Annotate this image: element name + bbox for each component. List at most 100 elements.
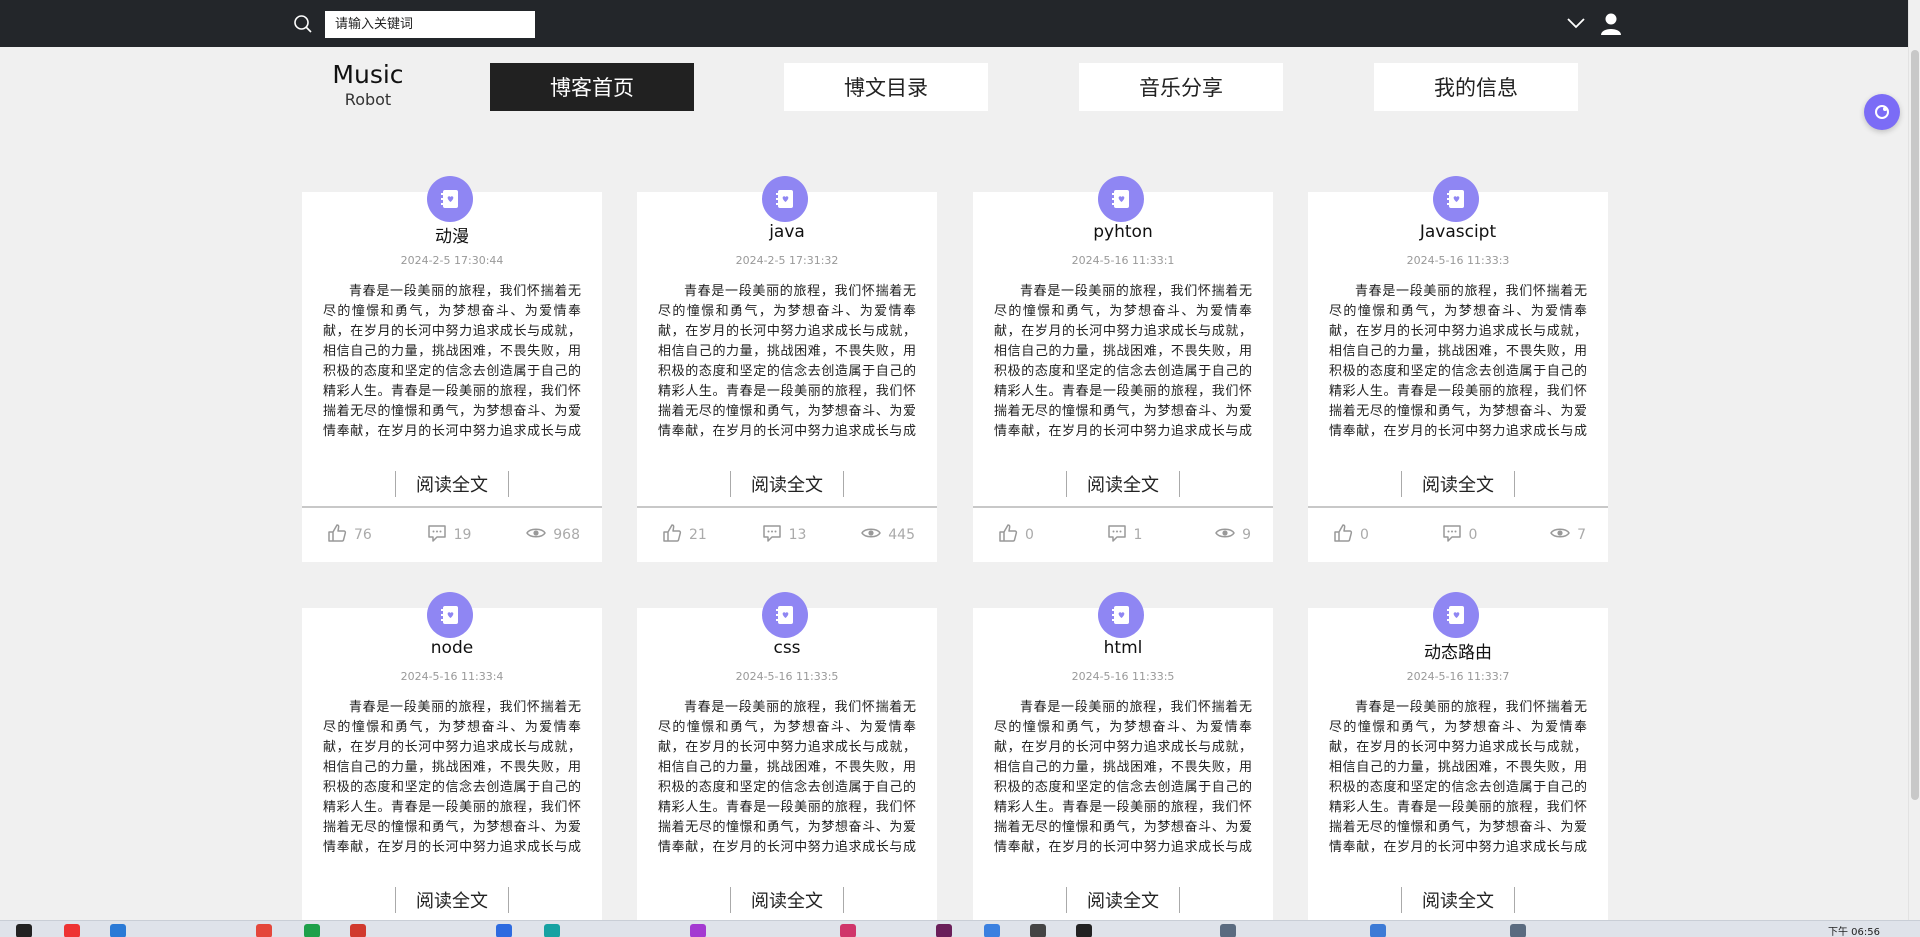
post-title[interactable]: Javascipt <box>1308 222 1608 242</box>
comment-stat[interactable]: 19 <box>426 522 472 548</box>
vscode-icon[interactable] <box>110 924 126 937</box>
app-icon[interactable] <box>496 924 512 937</box>
post-excerpt: 青春是一段美丽的旅程，我们怀揣着无尽的憧憬和勇气，为梦想奋斗、为爱情奉献，在岁月… <box>658 284 916 439</box>
eye-icon <box>860 522 882 548</box>
post-card[interactable]: node 2024-5-16 11:33:4 青春是一段美丽的旅程，我们怀揣着无… <box>302 592 602 937</box>
app-icon[interactable] <box>690 924 706 937</box>
floating-action-button[interactable] <box>1864 94 1900 130</box>
post-date: 2024-5-16 11:33:3 <box>1406 254 1510 267</box>
post-card[interactable]: html 2024-5-16 11:33:5 青春是一段美丽的旅程，我们怀揣着无… <box>973 592 1273 937</box>
page-scrollbar[interactable] <box>1908 0 1920 920</box>
like-icon <box>997 522 1019 548</box>
post-excerpt: 青春是一段美丽的旅程，我们怀揣着无尽的憧憬和勇气，为梦想奋斗、为爱情奉献，在岁月… <box>994 284 1252 439</box>
read-more-wrapper: 阅读全文 <box>395 887 509 913</box>
post-excerpt: 青春是一段美丽的旅程，我们怀揣着无尽的憧憬和勇气，为梦想奋斗、为爱情奉献，在岁月… <box>1329 284 1587 439</box>
post-excerpt: 青春是一段美丽的旅程，我们怀揣着无尽的憧憬和勇气，为梦想奋斗、为爱情奉献，在岁月… <box>658 700 916 855</box>
read-more-button[interactable]: 阅读全文 <box>751 471 823 497</box>
app-icon[interactable] <box>1030 924 1046 937</box>
read-more-wrapper: 阅读全文 <box>1066 887 1180 913</box>
post-excerpt: 青春是一段美丽的旅程，我们怀揣着无尽的憧憬和勇气，为梦想奋斗、为爱情奉献，在岁月… <box>994 700 1252 855</box>
book-heart-icon <box>762 592 808 638</box>
eye-icon <box>1214 522 1236 548</box>
app-icon[interactable] <box>840 924 856 937</box>
like-icon <box>661 522 683 548</box>
read-more-wrapper: 阅读全文 <box>730 887 844 913</box>
app-icon[interactable] <box>936 924 952 937</box>
search-input[interactable] <box>325 11 535 38</box>
read-more-button[interactable]: 阅读全文 <box>1087 887 1159 913</box>
app-icon[interactable] <box>1076 924 1092 937</box>
post-excerpt: 青春是一段美丽的旅程，我们怀揣着无尽的憧憬和勇气，为梦想奋斗、为爱情奉献，在岁月… <box>1329 700 1587 855</box>
like-icon <box>326 522 348 548</box>
post-date: 2024-5-16 11:33:5 <box>735 670 839 683</box>
chevron-down-icon[interactable] <box>1566 14 1586 32</box>
post-title[interactable]: pyhton <box>973 222 1273 242</box>
like-stat[interactable]: 21 <box>661 522 707 548</box>
read-more-button[interactable]: 阅读全文 <box>416 471 488 497</box>
comment-stat[interactable]: 1 <box>1106 522 1142 548</box>
nav-music[interactable]: 音乐分享 <box>1079 63 1283 111</box>
user-icon[interactable] <box>1600 12 1622 36</box>
comment-count: 19 <box>453 527 472 543</box>
post-date: 2024-5-16 11:33:7 <box>1406 670 1510 683</box>
assistant-icon <box>1875 105 1889 119</box>
post-card[interactable]: java 2024-2-5 17:31:32 青春是一段美丽的旅程，我们怀揣着无… <box>637 176 937 562</box>
post-card[interactable]: Javascipt 2024-5-16 11:33:3 青春是一段美丽的旅程，我… <box>1308 176 1608 562</box>
app-icon[interactable] <box>304 924 320 937</box>
comment-icon <box>426 522 448 548</box>
nav-home[interactable]: 博客首页 <box>490 63 694 111</box>
post-title[interactable]: html <box>973 638 1273 658</box>
app-icon[interactable] <box>544 924 560 937</box>
post-card[interactable]: pyhton 2024-5-16 11:33:1 青春是一段美丽的旅程，我们怀揣… <box>973 176 1273 562</box>
app-icon[interactable] <box>256 924 272 937</box>
read-more-button[interactable]: 阅读全文 <box>1422 471 1494 497</box>
comment-stat[interactable]: 13 <box>761 522 806 548</box>
read-more-button[interactable]: 阅读全文 <box>416 887 488 913</box>
view-stat: 7 <box>1549 522 1586 548</box>
post-title[interactable]: node <box>302 638 602 658</box>
read-more-wrapper: 阅读全文 <box>1401 471 1515 497</box>
view-stat: 445 <box>860 522 915 548</box>
app-icon[interactable] <box>1220 924 1236 937</box>
read-more-button[interactable]: 阅读全文 <box>1087 471 1159 497</box>
post-date: 2024-2-5 17:31:32 <box>735 254 839 267</box>
post-date: 2024-5-16 11:33:1 <box>1071 254 1175 267</box>
like-stat[interactable]: 76 <box>326 522 372 548</box>
app-icon[interactable] <box>1370 924 1386 937</box>
search-icon[interactable] <box>293 14 313 34</box>
logo-title: Music <box>332 60 404 89</box>
comment-stat[interactable]: 0 <box>1441 522 1477 548</box>
view-count: 968 <box>553 527 580 543</box>
read-more-wrapper: 阅读全文 <box>395 471 509 497</box>
eye-icon <box>525 522 547 548</box>
nav-profile[interactable]: 我的信息 <box>1374 63 1578 111</box>
post-date: 2024-5-16 11:33:4 <box>400 670 504 683</box>
comment-icon <box>1441 522 1463 548</box>
post-card[interactable]: 动漫 2024-2-5 17:30:44 青春是一段美丽的旅程，我们怀揣着无尽的… <box>302 176 602 562</box>
start-icon[interactable] <box>16 924 32 937</box>
post-excerpt: 青春是一段美丽的旅程，我们怀揣着无尽的憧憬和勇气，为梦想奋斗、为爱情奉献，在岁月… <box>323 700 581 855</box>
scrollbar-thumb[interactable] <box>1911 50 1919 800</box>
site-logo[interactable]: Music Robot <box>318 60 418 110</box>
like-count: 76 <box>354 527 372 543</box>
read-more-wrapper: 阅读全文 <box>1401 887 1515 913</box>
app-icon[interactable] <box>64 924 80 937</box>
post-title[interactable]: java <box>637 222 937 242</box>
read-more-wrapper: 阅读全文 <box>730 471 844 497</box>
nav-catalog[interactable]: 博文目录 <box>784 63 988 111</box>
like-stat[interactable]: 0 <box>997 522 1034 548</box>
post-title[interactable]: 动态路由 <box>1308 638 1608 663</box>
post-stats: 0 1 9 <box>973 506 1273 562</box>
post-card[interactable]: 动态路由 2024-5-16 11:33:7 青春是一段美丽的旅程，我们怀揣着无… <box>1308 592 1608 937</box>
book-heart-icon <box>427 176 473 222</box>
read-more-button[interactable]: 阅读全文 <box>751 887 823 913</box>
post-card[interactable]: css 2024-5-16 11:33:5 青春是一段美丽的旅程，我们怀揣着无尽… <box>637 592 937 937</box>
read-more-button[interactable]: 阅读全文 <box>1422 887 1494 913</box>
like-stat[interactable]: 0 <box>1332 522 1369 548</box>
post-title[interactable]: css <box>637 638 937 658</box>
browser-icon[interactable] <box>350 924 366 937</box>
post-title[interactable]: 动漫 <box>302 222 602 247</box>
app-icon[interactable] <box>984 924 1000 937</box>
app-icon[interactable] <box>1510 924 1526 937</box>
book-heart-icon <box>1098 592 1144 638</box>
